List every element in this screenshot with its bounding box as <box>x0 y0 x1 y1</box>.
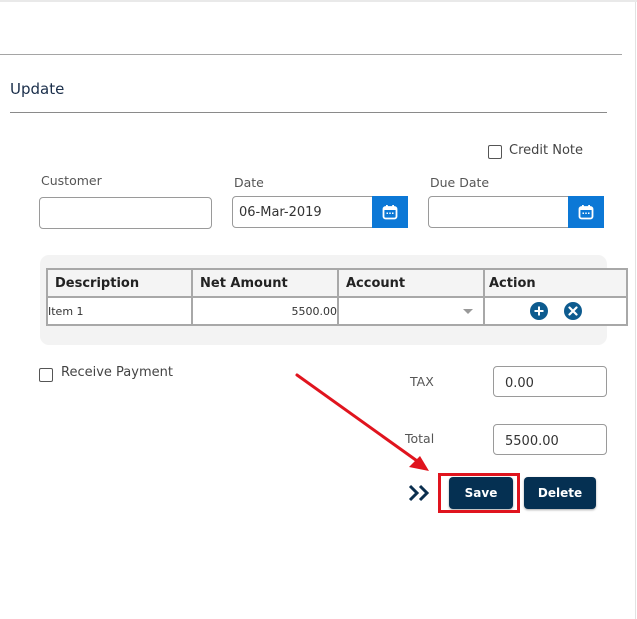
date-picker-button[interactable] <box>372 196 408 228</box>
top-border <box>0 0 637 2</box>
account-select[interactable] <box>337 296 485 326</box>
action-cell <box>483 296 628 326</box>
net-amount-cell[interactable]: 5500.00 <box>191 296 339 326</box>
due-date-label: Due Date <box>430 175 490 190</box>
date-input[interactable]: 06-Mar-2019 <box>232 196 374 228</box>
add-row-button[interactable] <box>529 302 548 320</box>
receive-payment-label: Receive Payment <box>61 365 173 380</box>
title-divider <box>10 112 607 113</box>
line-items-table: Description Net Amount Account Action It… <box>46 268 628 326</box>
dropdown-caret-icon <box>463 309 473 314</box>
save-highlight-box <box>438 473 520 513</box>
date-label: Date <box>234 175 264 190</box>
description-cell[interactable]: Item 1 <box>46 296 193 326</box>
plus-circle-icon <box>534 306 543 316</box>
table-row: Item 1 5500.00 <box>46 296 628 326</box>
due-date-input[interactable] <box>428 196 570 228</box>
column-header-account: Account <box>337 268 485 298</box>
header-divider <box>0 54 622 55</box>
calendar-icon <box>578 205 594 220</box>
credit-note-checkbox[interactable] <box>488 145 502 159</box>
due-date-picker-button[interactable] <box>568 196 604 228</box>
delete-button[interactable]: Delete <box>524 477 596 509</box>
table-header-row: Description Net Amount Account Action <box>46 268 628 298</box>
column-header-action: Action <box>483 268 628 298</box>
receive-payment-checkbox[interactable] <box>39 368 53 382</box>
column-header-description: Description <box>46 268 193 298</box>
remove-row-button[interactable] <box>563 302 582 320</box>
calendar-icon <box>382 205 398 220</box>
customer-label: Customer <box>41 173 102 188</box>
close-circle-icon <box>567 306 578 316</box>
page-title: Update <box>10 80 65 98</box>
tax-input[interactable]: 0.00 <box>493 366 607 397</box>
column-header-net-amount: Net Amount <box>191 268 339 298</box>
panel-right-border <box>635 2 636 619</box>
customer-input[interactable] <box>39 197 212 229</box>
total-label: Total <box>405 431 435 446</box>
tax-label: TAX <box>410 374 434 389</box>
double-chevron-right-icon <box>407 483 433 507</box>
credit-note-label: Credit Note <box>509 143 584 158</box>
total-input[interactable]: 5500.00 <box>493 424 607 455</box>
